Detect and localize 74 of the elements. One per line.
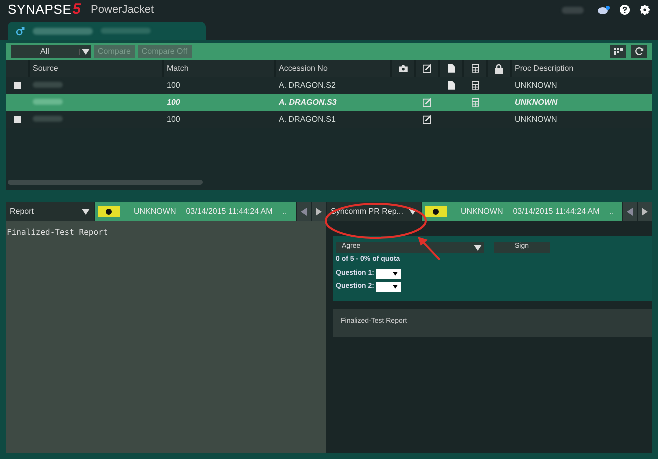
row-checkbox[interactable] <box>14 82 20 89</box>
match-cell-text: 100 <box>166 114 182 126</box>
caret-icon <box>392 285 398 290</box>
filter-dropdown[interactable]: All <box>11 45 91 58</box>
edit-icon <box>422 115 432 124</box>
settings-icon[interactable] <box>640 5 650 15</box>
refresh-icon <box>634 47 644 56</box>
description-cell-text: UNKNOWN <box>514 80 558 92</box>
report-text: Finalized-Test Report <box>7 227 110 239</box>
caret-icon <box>392 272 398 276</box>
next-button[interactable] <box>638 202 652 221</box>
layout-icon <box>472 98 478 107</box>
column-header[interactable]: Accession No <box>276 60 390 77</box>
redacted-source <box>33 82 63 88</box>
refresh-button[interactable] <box>631 45 647 58</box>
redacted-patient-name <box>33 28 93 34</box>
status-indicator-icon <box>425 206 447 217</box>
description-cell-text: UNKNOWN <box>514 114 558 126</box>
accession-cell-text: A. DRAGON.S1 <box>278 114 337 126</box>
redacted-source <box>33 116 63 122</box>
more-text: .. <box>610 206 614 218</box>
column-header[interactable] <box>440 60 462 77</box>
caret-icon <box>474 244 482 250</box>
match-cell-text: 100 <box>166 80 182 92</box>
status-text: UNKNOWN <box>461 206 504 218</box>
camera-icon <box>398 65 408 72</box>
brand-name: SYNAPSE <box>8 0 72 19</box>
column-header[interactable] <box>464 60 486 77</box>
right-arrow-icon <box>316 208 322 216</box>
column-header[interactable] <box>488 60 510 77</box>
edit-icon <box>422 64 432 73</box>
brand-mark: 5 <box>72 0 82 20</box>
column-header[interactable]: Proc Description <box>512 60 652 77</box>
previous-button[interactable] <box>297 202 311 221</box>
answer-dropdown[interactable] <box>376 268 401 279</box>
edit-icon <box>422 98 432 107</box>
chat-icon[interactable] <box>598 6 610 14</box>
row-checkbox[interactable] <box>14 116 20 123</box>
column-header[interactable] <box>392 60 414 77</box>
lock-icon <box>495 64 503 74</box>
product-name: PowerJacket <box>91 2 154 18</box>
description-cell-text: UNKNOWN <box>514 96 559 108</box>
grid-button[interactable] <box>610 45 626 58</box>
left-arrow-icon <box>301 208 307 216</box>
scrollbar-thumb[interactable] <box>8 180 203 184</box>
gender-icon <box>16 26 25 36</box>
status-indicator-icon <box>98 206 120 217</box>
redacted-source <box>33 98 63 104</box>
column-header[interactable]: Source <box>30 60 162 77</box>
caret-icon <box>409 208 417 214</box>
caret-icon <box>82 208 90 214</box>
report-datetime: 03/14/2015 11:44:24 AM <box>186 206 273 218</box>
right-arrow-icon <box>642 208 648 216</box>
next-button[interactable] <box>312 202 326 221</box>
left-arrow-icon <box>627 208 633 216</box>
redacted-user-name <box>562 6 584 14</box>
status-text: UNKNOWN <box>134 206 176 218</box>
column-header[interactable] <box>416 60 438 77</box>
column-header[interactable]: Match <box>164 60 274 77</box>
layout-icon <box>472 64 478 73</box>
help-icon[interactable] <box>620 5 630 15</box>
accession-cell-text: A. DRAGON.S3 <box>278 96 338 108</box>
match-cell-text: 100 <box>166 96 182 108</box>
more-text: .. <box>282 206 288 218</box>
grid-icon <box>614 48 622 55</box>
answer-dropdown[interactable] <box>376 282 401 292</box>
caret-icon <box>82 48 90 54</box>
redacted-patient-id <box>101 28 151 34</box>
report-dropdown[interactable]: Report <box>6 202 94 221</box>
annotation-arrow <box>418 237 441 261</box>
layout-icon <box>472 81 478 90</box>
accession-cell-text: A. DRAGON.S2 <box>278 80 337 92</box>
previous-button[interactable] <box>623 202 637 221</box>
report-datetime: 03/14/2015 11:44:24 AM <box>513 206 600 218</box>
